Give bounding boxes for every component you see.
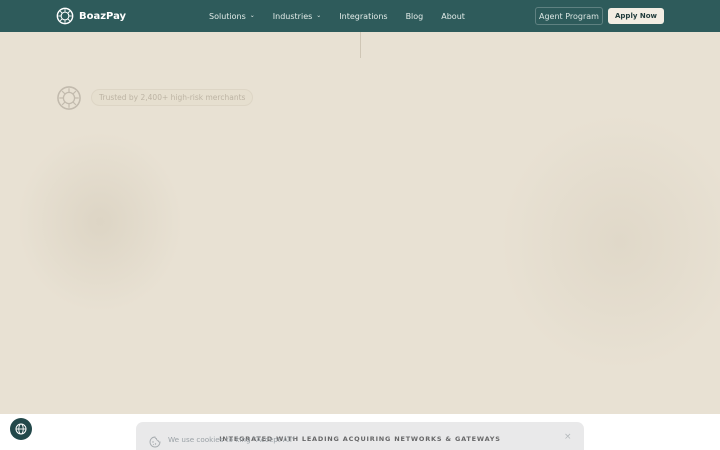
- apply-now-button[interactable]: Apply Now: [608, 8, 664, 24]
- top-navbar: BoazPay Solutions ⌄ Industries ⌄ Integra…: [0, 0, 720, 32]
- globe-icon: [15, 423, 27, 435]
- chevron-down-icon: ⌄: [316, 11, 322, 19]
- nav-item-blog[interactable]: Blog: [406, 12, 424, 21]
- nav-item-integrations[interactable]: Integrations: [339, 12, 387, 21]
- nav-label: Solutions: [209, 11, 246, 21]
- sun-ring-icon: [56, 7, 74, 25]
- hero-section: Trusted by 2,400+ high-risk merchants: [0, 32, 720, 414]
- nav-item-about[interactable]: About: [441, 12, 465, 21]
- trust-badge: Trusted by 2,400+ high-risk merchants: [91, 89, 254, 106]
- nav-item-industries[interactable]: Industries ⌄: [273, 12, 322, 21]
- hero-divider: [360, 32, 361, 58]
- brand-logo[interactable]: BoazPay: [56, 7, 126, 25]
- sun-ring-icon: [57, 86, 81, 110]
- main-nav: Solutions ⌄ Industries ⌄ Integrations Bl…: [209, 0, 483, 32]
- nav-label: Industries: [272, 11, 313, 21]
- cookie-message: We use cookies to king "Accept All": [168, 435, 296, 444]
- agent-program-button[interactable]: Agent Program: [535, 7, 603, 25]
- nav-label: Integrations: [339, 11, 388, 21]
- chevron-down-icon: ⌄: [249, 11, 255, 19]
- brand-name: BoazPay: [79, 10, 127, 22]
- cookie-icon: [149, 436, 161, 448]
- nav-label: About: [441, 11, 465, 21]
- close-icon[interactable]: ×: [564, 432, 572, 442]
- nav-label: Blog: [405, 11, 424, 21]
- language-button[interactable]: [10, 418, 32, 440]
- cookie-banner: We use cookies to king "Accept All" ×: [136, 422, 584, 450]
- nav-item-solutions[interactable]: Solutions ⌄: [209, 12, 255, 21]
